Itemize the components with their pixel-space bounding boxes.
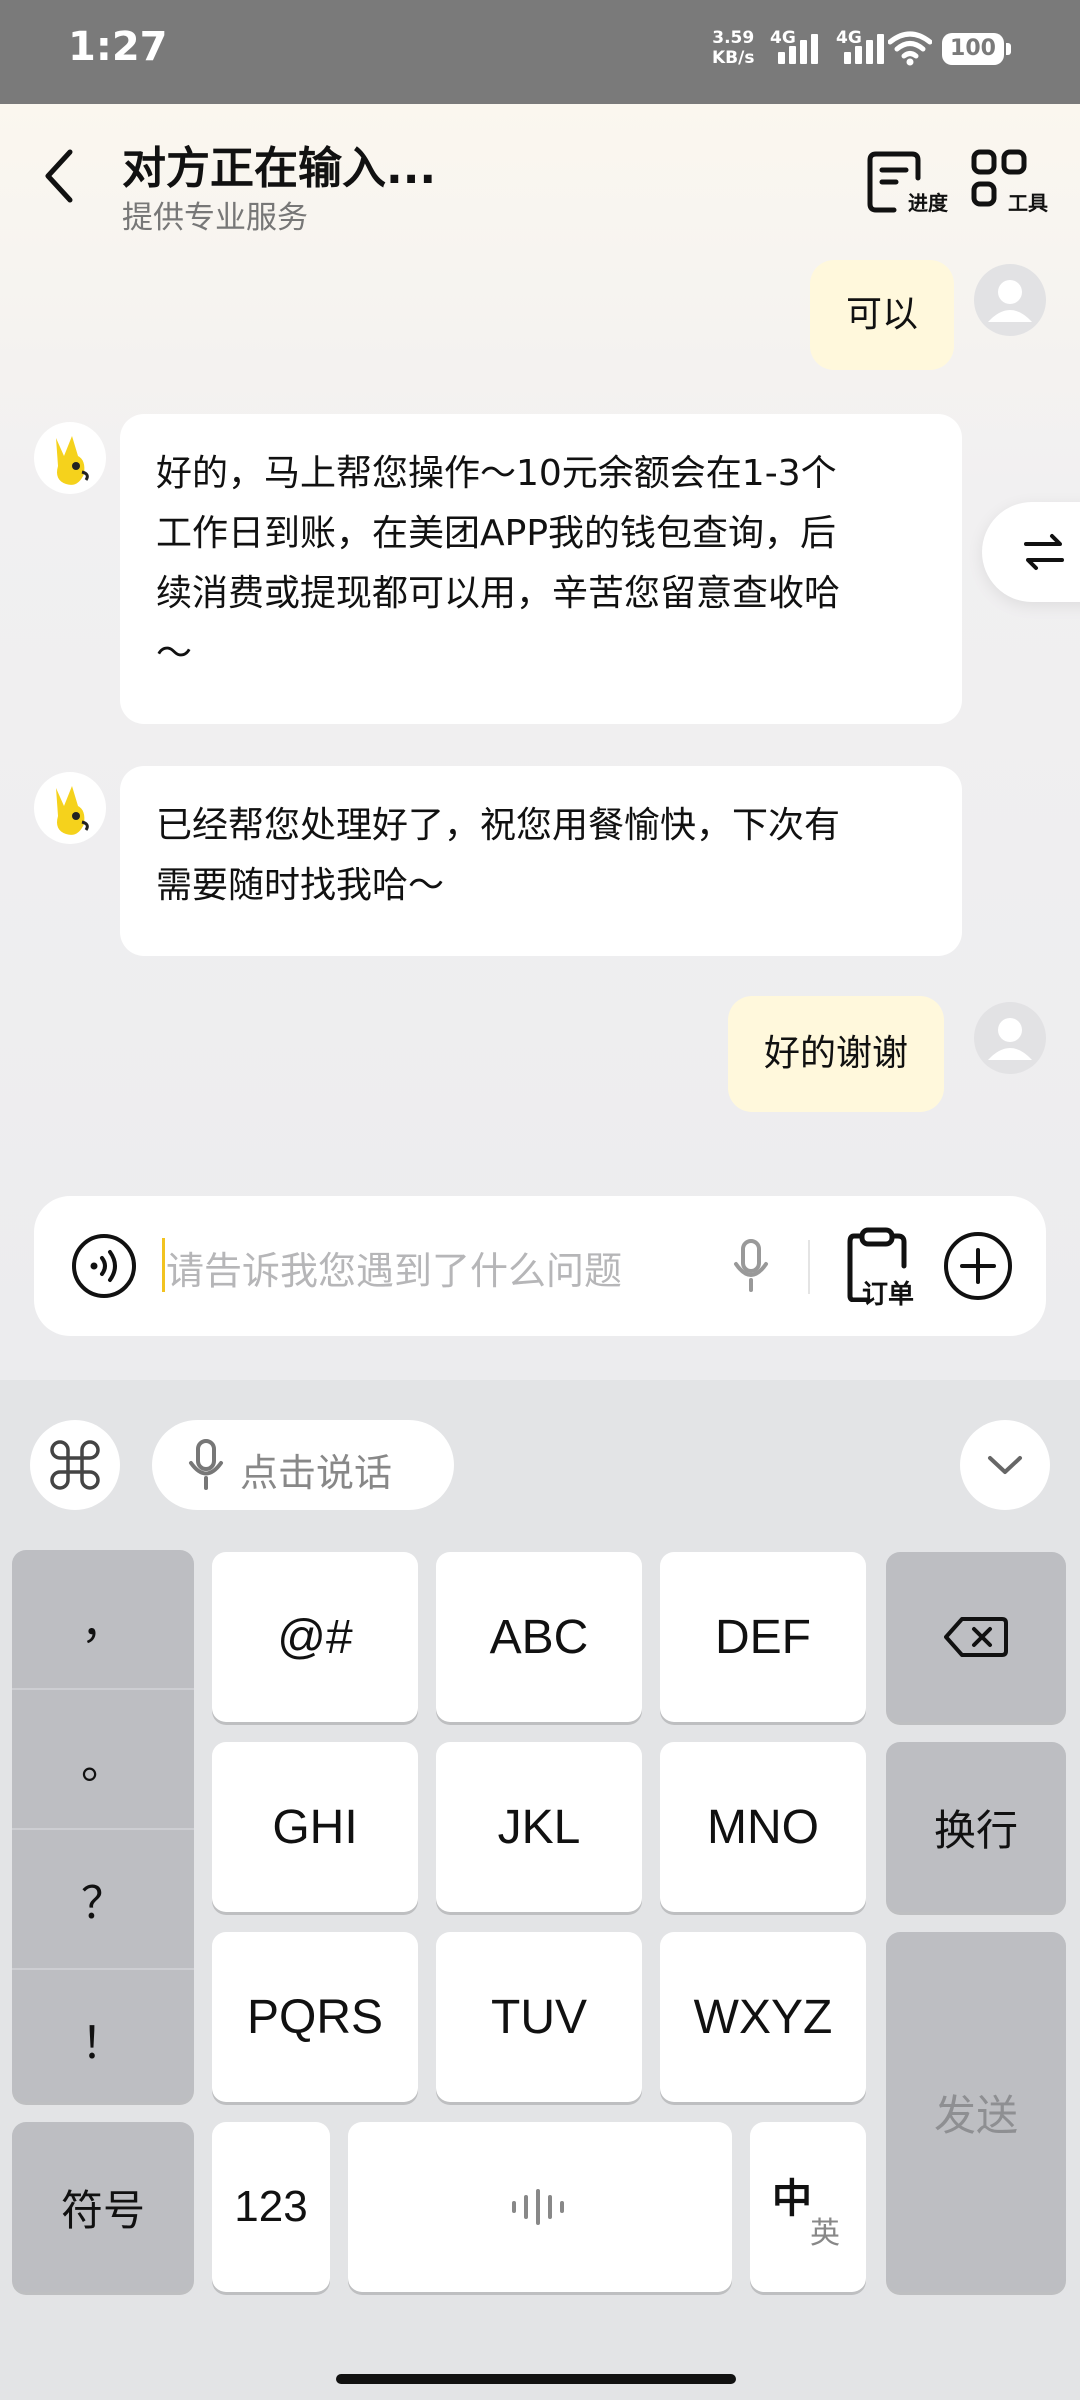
backspace-key[interactable] [886, 1552, 1066, 1722]
swap-arrows-icon [1024, 534, 1064, 570]
language-toggle-key[interactable]: 中 英 [750, 2122, 866, 2292]
key-abc[interactable]: ABC [436, 1552, 642, 1722]
key-tuv[interactable]: TUV [436, 1932, 642, 2102]
wifi-icon [888, 31, 932, 66]
microphone-icon[interactable] [732, 1238, 770, 1294]
back-icon[interactable] [36, 146, 82, 206]
key-def[interactable]: DEF [660, 1552, 866, 1722]
key-symbols-at[interactable]: @# [212, 1552, 418, 1722]
user-message-bubble[interactable]: 好的谢谢 [728, 996, 945, 1112]
bot-message-bubble[interactable]: 好的，马上帮您操作～10元余额会在1-3个 工作日到账，在美团APP我的钱包查询… [120, 414, 962, 724]
tap-to-talk-button[interactable]: 点击说话 [152, 1420, 454, 1510]
hide-keyboard-button[interactable] [960, 1420, 1050, 1510]
voice-wave-icon [512, 2189, 564, 2225]
bot-avatar [34, 772, 106, 844]
punctuation-column: ， 。 ？ ！ [12, 1550, 194, 2102]
switch-button[interactable] [982, 502, 1080, 602]
message-input[interactable]: 请告诉我您遇到了什么问题 [166, 1240, 622, 1295]
backspace-icon [944, 1617, 1008, 1657]
key-jkl[interactable]: JKL [436, 1742, 642, 1912]
numbers-key[interactable]: 123 [212, 2122, 330, 2292]
microphone-icon [189, 1439, 223, 1490]
voice-mode-icon[interactable] [70, 1232, 138, 1300]
keyboard-menu-button[interactable] [30, 1420, 120, 1510]
punct-key-period[interactable]: 。 [12, 1690, 194, 1828]
user-message-bubble[interactable]: 可以 [810, 260, 955, 370]
chat-title: 对方正在输入... [122, 143, 437, 194]
mascot-icon [56, 786, 89, 835]
mascot-icon [56, 436, 89, 485]
punct-key-exclamation[interactable]: ！ [12, 1970, 194, 2102]
punct-key-comma[interactable]: ， [12, 1550, 194, 1688]
tools-button[interactable]: 工具 [968, 148, 1048, 218]
keyboard: 点击说话 ， 。 ？ ！ @# ABC DEF GHI JKL MNO 换行 P… [0, 1380, 1080, 2400]
message-input-bar: 请告诉我您遇到了什么问题 订单 [34, 1196, 1046, 1336]
bot-message-bubble[interactable]: 已经帮您处理好了，祝您用餐愉快，下次有 需要随时找我哈～ [120, 766, 962, 956]
order-button[interactable]: 订单 [842, 1226, 952, 1312]
symbols-key[interactable]: 符号 [12, 2122, 194, 2292]
chat-area[interactable]: 对方正在输入... 提供专业服务 进度 工具 可以 好的，马上帮您操作～10元余… [0, 104, 1080, 1380]
signal-icon-2: 4G [836, 28, 886, 64]
key-ghi[interactable]: GHI [212, 1742, 418, 1912]
space-key[interactable] [348, 2122, 732, 2292]
command-icon [50, 1440, 100, 1490]
chat-subtitle: 提供专业服务 [122, 200, 308, 236]
status-bar: 1:27 3.59 KB/s 4G 4G 100 [0, 0, 1080, 104]
network-speed: 3.59 KB/s [712, 28, 755, 68]
key-mno[interactable]: MNO [660, 1742, 866, 1912]
progress-button[interactable]: 进度 [862, 148, 948, 218]
key-pqrs[interactable]: PQRS [212, 1932, 418, 2102]
newline-key[interactable]: 换行 [886, 1742, 1066, 1912]
user-avatar [974, 264, 1046, 336]
user-avatar [974, 1002, 1046, 1074]
battery-icon: 100 [942, 33, 1011, 65]
user-avatar-icon [988, 1018, 1032, 1060]
divider [808, 1240, 810, 1294]
chevron-down-icon [988, 1456, 1022, 1474]
punct-key-question[interactable]: ？ [12, 1830, 194, 1968]
bot-avatar [34, 422, 106, 494]
add-icon[interactable] [942, 1230, 1014, 1302]
text-caret [162, 1238, 165, 1292]
chat-header: 对方正在输入... 提供专业服务 进度 工具 [0, 104, 1080, 254]
home-indicator[interactable] [336, 2374, 736, 2384]
user-avatar-icon [988, 280, 1032, 322]
send-key[interactable]: 发送 [886, 1932, 1066, 2292]
status-time: 1:27 [68, 24, 168, 70]
signal-icon: 4G [770, 28, 820, 64]
key-wxyz[interactable]: WXYZ [660, 1932, 866, 2102]
